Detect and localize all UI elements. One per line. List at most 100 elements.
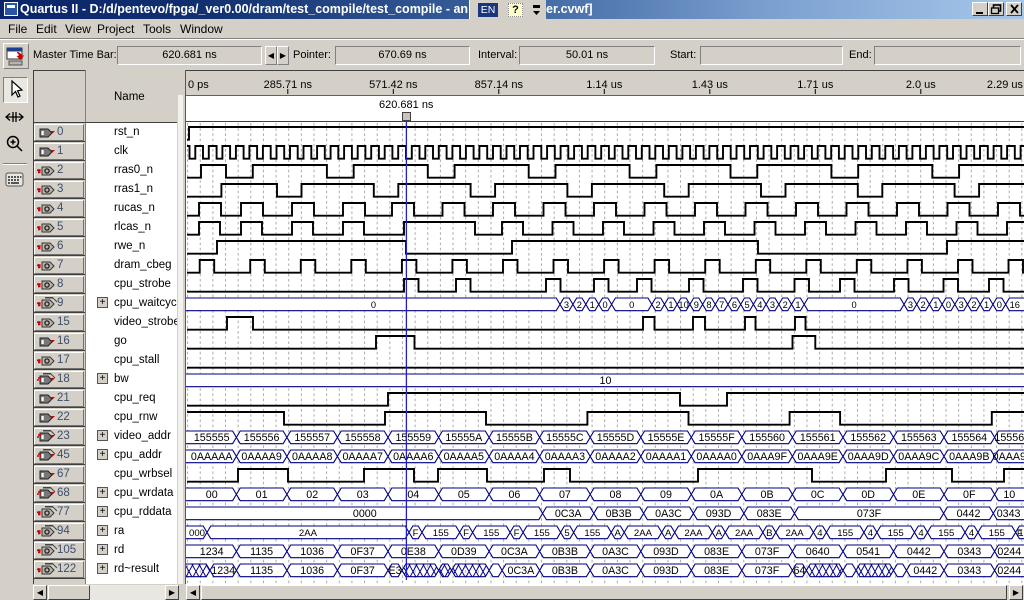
svg-text:155559: 155559 bbox=[395, 432, 431, 444]
svg-text:155: 155 bbox=[433, 528, 449, 539]
svg-text:0D: 0D bbox=[861, 489, 875, 501]
svg-text:0AAAA8: 0AAAA8 bbox=[292, 451, 332, 463]
svg-text:0AAAA7: 0AAAA7 bbox=[342, 451, 382, 463]
svg-text:0AAA9F: 0AAA9F bbox=[747, 451, 787, 463]
svg-text:04: 04 bbox=[407, 489, 419, 501]
svg-text:0AAAAA: 0AAAAA bbox=[191, 451, 233, 463]
svg-text:1135: 1135 bbox=[250, 565, 273, 577]
svg-text:2: 2 bbox=[971, 300, 976, 310]
svg-text:15555D: 15555D bbox=[597, 432, 635, 444]
svg-text:3: 3 bbox=[959, 300, 964, 310]
svg-text:0D39: 0D39 bbox=[451, 546, 477, 558]
svg-text:0: 0 bbox=[852, 300, 857, 310]
svg-text:9: 9 bbox=[694, 300, 699, 310]
svg-text:0: 0 bbox=[371, 300, 376, 310]
svg-text:0C3A: 0C3A bbox=[555, 508, 583, 520]
svg-text:15556: 15556 bbox=[994, 432, 1024, 444]
svg-text:3: 3 bbox=[564, 300, 569, 310]
svg-text:2.29 us: 2.29 us bbox=[987, 79, 1024, 91]
svg-text:0541: 0541 bbox=[856, 546, 880, 558]
svg-text:0343: 0343 bbox=[957, 565, 981, 577]
svg-text:0: 0 bbox=[603, 300, 608, 310]
svg-text:0A3C: 0A3C bbox=[602, 565, 629, 577]
svg-text:F: F bbox=[413, 528, 419, 539]
svg-text:1: 1 bbox=[668, 300, 673, 310]
svg-text:0B3B: 0B3B bbox=[552, 546, 578, 558]
svg-text:0343: 0343 bbox=[957, 546, 981, 558]
svg-text:1036: 1036 bbox=[300, 546, 324, 558]
svg-text:A: A bbox=[665, 528, 672, 539]
svg-text:10: 10 bbox=[678, 300, 688, 310]
svg-text:0AAAA4: 0AAAA4 bbox=[494, 451, 534, 463]
svg-text:5: 5 bbox=[564, 528, 569, 539]
svg-text:8: 8 bbox=[706, 300, 711, 310]
svg-text:1036: 1036 bbox=[300, 565, 324, 577]
svg-text:155: 155 bbox=[938, 528, 954, 539]
svg-text:0F37: 0F37 bbox=[351, 546, 375, 558]
svg-text:155: 155 bbox=[584, 528, 600, 539]
svg-text:4: 4 bbox=[969, 528, 975, 539]
svg-text:0B3B: 0B3B bbox=[552, 565, 578, 577]
svg-text:2AA: 2AA bbox=[299, 528, 318, 539]
svg-text:0AAA9: 0AAA9 bbox=[993, 451, 1024, 463]
svg-text:155: 155 bbox=[888, 528, 904, 539]
svg-text:0: 0 bbox=[629, 300, 634, 310]
svg-text:0442: 0442 bbox=[907, 546, 931, 558]
svg-text:0000: 0000 bbox=[353, 508, 377, 520]
svg-text:10: 10 bbox=[1003, 489, 1015, 501]
svg-text:1234: 1234 bbox=[211, 565, 235, 577]
svg-text:0AAAA2: 0AAAA2 bbox=[595, 451, 635, 463]
svg-text:0C3A: 0C3A bbox=[508, 565, 536, 577]
svg-text:155: 155 bbox=[1018, 528, 1024, 539]
svg-text:1: 1 bbox=[933, 300, 938, 310]
svg-text:2AA: 2AA bbox=[684, 528, 703, 539]
svg-text:0: 0 bbox=[946, 300, 951, 310]
svg-text:0A3C: 0A3C bbox=[655, 508, 682, 520]
svg-text:B: B bbox=[766, 528, 772, 539]
svg-text:0AAAA3: 0AAAA3 bbox=[545, 451, 585, 463]
svg-text:1: 1 bbox=[984, 300, 989, 310]
svg-text:083E: 083E bbox=[704, 565, 729, 577]
svg-text:15555B: 15555B bbox=[496, 432, 533, 444]
svg-text:0244: 0244 bbox=[997, 565, 1021, 577]
svg-text:0C: 0C bbox=[811, 489, 825, 501]
svg-text:093D: 093D bbox=[706, 508, 732, 520]
svg-text:E3: E3 bbox=[388, 565, 401, 577]
svg-text:06: 06 bbox=[508, 489, 520, 501]
svg-text:083E: 083E bbox=[757, 508, 782, 520]
svg-text:5: 5 bbox=[745, 300, 750, 310]
svg-text:0A3C: 0A3C bbox=[602, 546, 629, 558]
svg-text:155: 155 bbox=[837, 528, 853, 539]
svg-text:0E: 0E bbox=[912, 489, 925, 501]
svg-text:3: 3 bbox=[770, 300, 775, 310]
svg-text:15555C: 15555C bbox=[546, 432, 584, 444]
svg-text:A: A bbox=[614, 528, 621, 539]
svg-text:0B: 0B bbox=[761, 489, 774, 501]
svg-text:4: 4 bbox=[817, 528, 823, 539]
svg-text:155: 155 bbox=[483, 528, 499, 539]
svg-text:155560: 155560 bbox=[749, 432, 785, 444]
svg-text:083E: 083E bbox=[704, 546, 729, 558]
svg-text:0AAAA0: 0AAAA0 bbox=[696, 451, 736, 463]
svg-text:0442: 0442 bbox=[913, 565, 937, 577]
svg-text:3: 3 bbox=[908, 300, 913, 310]
svg-text:7: 7 bbox=[719, 300, 724, 310]
svg-text:2: 2 bbox=[577, 300, 582, 310]
svg-text:16: 16 bbox=[1010, 300, 1020, 310]
svg-text:2: 2 bbox=[783, 300, 788, 310]
svg-text:1234: 1234 bbox=[200, 546, 224, 558]
svg-text:0AAAA5: 0AAAA5 bbox=[444, 451, 484, 463]
svg-text:0F37: 0F37 bbox=[351, 565, 375, 577]
svg-text:073F: 073F bbox=[857, 508, 882, 520]
svg-text:4: 4 bbox=[757, 300, 762, 310]
svg-text:2: 2 bbox=[921, 300, 926, 310]
svg-text:0AAA9E: 0AAA9E bbox=[797, 451, 837, 463]
svg-text:10: 10 bbox=[600, 375, 612, 387]
svg-text:15555A: 15555A bbox=[445, 432, 483, 444]
svg-text:03: 03 bbox=[357, 489, 369, 501]
svg-text:0244: 0244 bbox=[997, 546, 1021, 558]
svg-text:0: 0 bbox=[997, 300, 1002, 310]
svg-text:A: A bbox=[716, 528, 723, 539]
svg-text:073F: 073F bbox=[755, 565, 780, 577]
svg-text:0640: 0640 bbox=[806, 546, 830, 558]
